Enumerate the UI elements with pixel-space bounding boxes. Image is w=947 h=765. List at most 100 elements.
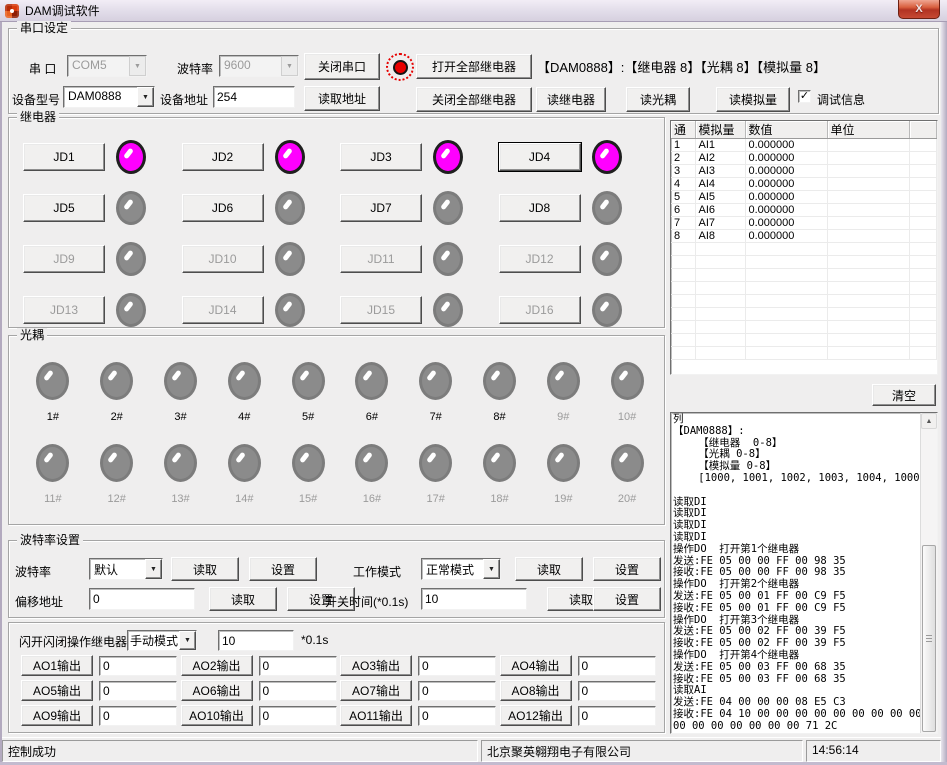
relay-button-3[interactable]: JD3: [340, 143, 422, 171]
relay-cell-13: JD13: [23, 293, 182, 327]
flash-time-input[interactable]: [218, 630, 294, 651]
ao-output-button-5[interactable]: AO5输出: [21, 680, 93, 701]
cell: [909, 152, 937, 165]
baud-set-button[interactable]: 设置: [249, 557, 317, 581]
relay-button-14[interactable]: JD14: [182, 296, 264, 324]
relay-button-9[interactable]: JD9: [23, 245, 105, 273]
work-mode-set-button[interactable]: 设置: [593, 557, 661, 581]
work-mode-read-button[interactable]: 读取: [515, 557, 583, 581]
relay-button-13[interactable]: JD13: [23, 296, 105, 324]
close-button[interactable]: X: [898, 0, 940, 19]
baud-label: 波特率: [177, 60, 213, 77]
read-analog-button[interactable]: 读模拟量: [716, 87, 790, 112]
ao-output-input-12[interactable]: [578, 706, 656, 726]
opto-led-8: [483, 362, 516, 400]
ao-output-button-2[interactable]: AO2输出: [181, 655, 253, 676]
ao-output-button-12[interactable]: AO12输出: [500, 705, 572, 726]
work-mode-select[interactable]: 正常模式 ▼: [421, 558, 501, 580]
opto-item-10: 10#: [595, 362, 659, 423]
flash-mode-value: 手动模式: [128, 631, 179, 650]
ao-output-button-11[interactable]: AO11输出: [340, 705, 412, 726]
scroll-up-icon[interactable]: ▲: [921, 413, 937, 429]
ao-output-input-7[interactable]: [418, 681, 496, 701]
read-relay-button[interactable]: 读继电器: [536, 87, 606, 112]
col-unit[interactable]: 单位: [827, 121, 909, 139]
model-select[interactable]: DAM0888 ▼: [63, 86, 155, 108]
relay-cell-7: JD7: [340, 191, 499, 225]
ao-output-input-8[interactable]: [578, 681, 656, 701]
relay-button-7[interactable]: JD7: [340, 194, 422, 222]
relay-button-12[interactable]: JD12: [499, 245, 581, 273]
debug-info-checkbox[interactable]: ✓: [798, 90, 811, 103]
ao-output-button-10[interactable]: AO10输出: [181, 705, 253, 726]
open-all-relays-button[interactable]: 打开全部继电器: [416, 54, 532, 79]
log-scrollbar[interactable]: ▲: [920, 413, 937, 733]
offset-addr-input[interactable]: [89, 588, 195, 610]
close-port-button[interactable]: 关闭串口: [304, 53, 380, 80]
read-addr-button[interactable]: 读取地址: [304, 86, 380, 111]
ao-output-button-4[interactable]: AO4输出: [500, 655, 572, 676]
table-row-empty: [671, 347, 937, 360]
relay-button-6[interactable]: JD6: [182, 194, 264, 222]
ao-output-button-6[interactable]: AO6输出: [181, 680, 253, 701]
title-bar[interactable]: DAM调试软件 X: [0, 0, 947, 22]
ao-output-input-11[interactable]: [418, 706, 496, 726]
port-select[interactable]: COM5 ▼: [67, 55, 147, 77]
opto-label-2: 2#: [111, 411, 123, 423]
opto-item-1: 1#: [21, 362, 85, 423]
relay-button-8[interactable]: JD8: [499, 194, 581, 222]
relay-button-5[interactable]: JD5: [23, 194, 105, 222]
switch-time-label: 开关时间(*0.1s): [325, 593, 408, 610]
relay-button-16[interactable]: JD16: [499, 296, 581, 324]
flash-relay-label: 闪开闪闭操作继电器: [19, 633, 127, 650]
relay-button-4[interactable]: JD4: [499, 143, 581, 171]
read-opto-button[interactable]: 读光耦: [626, 87, 690, 112]
relay-button-11[interactable]: JD11: [340, 245, 422, 273]
switch-time-set-button[interactable]: 设置: [593, 587, 661, 611]
ao-cell-11: AO11输出: [340, 705, 500, 726]
col-value[interactable]: 数值: [745, 121, 827, 139]
baud-read-button[interactable]: 读取: [171, 557, 239, 581]
relay-button-2[interactable]: JD2: [182, 143, 264, 171]
flash-mode-select[interactable]: 手动模式 ▼: [127, 630, 197, 651]
scrollbar-thumb[interactable]: [922, 545, 936, 732]
opto-item-5: 5#: [276, 362, 340, 423]
relay-button-10[interactable]: JD10: [182, 245, 264, 273]
close-all-relays-button[interactable]: 关闭全部继电器: [416, 87, 532, 112]
ao-output-button-8[interactable]: AO8输出: [500, 680, 572, 701]
ao-output-button-3[interactable]: AO3输出: [340, 655, 412, 676]
baud-select[interactable]: 9600 ▼: [219, 55, 299, 77]
ao-output-input-3[interactable]: [418, 656, 496, 676]
col-analog[interactable]: 模拟量: [695, 121, 745, 139]
ao-cell-7: AO7输出: [340, 680, 500, 701]
work-mode-value: 正常模式: [422, 559, 483, 579]
switch-time-input[interactable]: [421, 588, 527, 610]
ao-cell-5: AO5输出: [21, 680, 181, 701]
relay-cell-2: JD2: [182, 140, 341, 174]
ao-output-input-5[interactable]: [99, 681, 177, 701]
ao-output-button-9[interactable]: AO9输出: [21, 705, 93, 726]
ao-output-input-9[interactable]: [99, 706, 177, 726]
ao-output-input-4[interactable]: [578, 656, 656, 676]
relay-button-1[interactable]: JD1: [23, 143, 105, 171]
ao-output-input-10[interactable]: [259, 706, 337, 726]
ao-output-button-7[interactable]: AO7输出: [340, 680, 412, 701]
opto-item-18: 18#: [468, 444, 532, 505]
ao-output-input-6[interactable]: [259, 681, 337, 701]
opto-led-3: [164, 362, 197, 400]
ao-output-input-2[interactable]: [259, 656, 337, 676]
relay-led-5: [116, 191, 146, 225]
table-row-empty: [671, 282, 937, 295]
device-addr-input[interactable]: [213, 86, 295, 108]
opto-row-2: 11# 12# 13# 14# 15# 16# 17# 18# 19# 20#: [21, 444, 659, 505]
ao-output-input-1[interactable]: [99, 656, 177, 676]
baud2-select[interactable]: 默认 ▼: [89, 558, 163, 580]
col-channel[interactable]: 通: [671, 121, 695, 139]
status-company: 北京聚英翱翔电子有限公司: [481, 740, 803, 762]
ao-output-button-1[interactable]: AO1输出: [21, 655, 93, 676]
relay-button-15[interactable]: JD15: [340, 296, 422, 324]
offset-read-button[interactable]: 读取: [209, 587, 277, 611]
table-row-empty: [671, 308, 937, 321]
clear-log-button[interactable]: 清空: [872, 384, 936, 406]
cell: 0.000000: [745, 139, 827, 152]
